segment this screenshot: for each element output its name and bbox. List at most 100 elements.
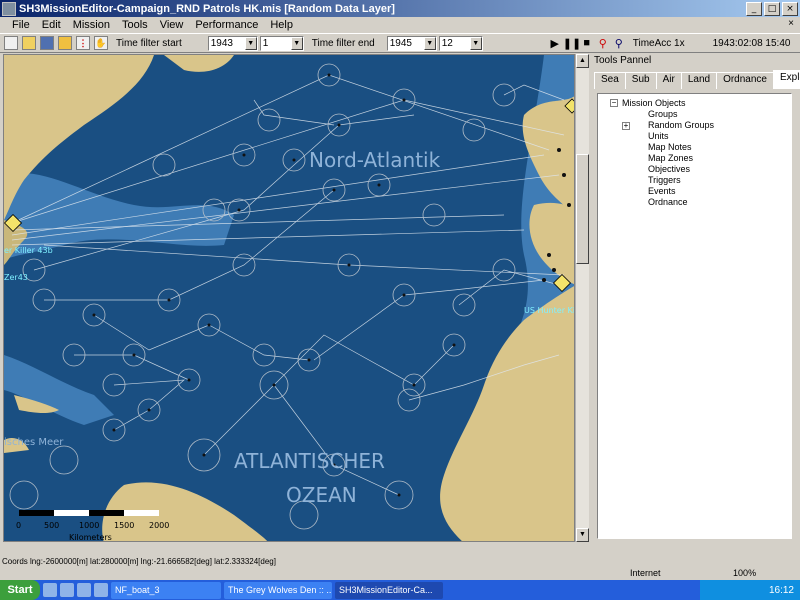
grid-icon[interactable]: ⋮ [76, 36, 90, 50]
menu-view[interactable]: View [154, 19, 190, 31]
waypoint [152, 153, 176, 177]
scroll-up-icon[interactable]: ▲ [576, 54, 589, 68]
scale-tick: 1000 [79, 521, 99, 530]
unit-dot [557, 148, 561, 152]
unit-dot [242, 153, 246, 157]
menu-performance[interactable]: Performance [189, 19, 264, 31]
start-button[interactable]: Start [0, 580, 40, 600]
marker-icon[interactable] [58, 36, 72, 50]
task-mission-editor[interactable]: SH3MissionEditor-Ca... [335, 581, 443, 599]
tab-land[interactable]: Land [680, 72, 718, 89]
chevron-down-icon[interactable]: ▼ [244, 36, 257, 50]
tree-item-triggers[interactable]: Triggers [648, 175, 681, 185]
tree-item-map-zones[interactable]: Map Zones [648, 153, 693, 163]
filter-start-month-select[interactable]: 1 ▼ [259, 35, 304, 51]
clock: 16:12 [768, 584, 794, 596]
menu-file[interactable]: File [6, 19, 36, 31]
scale-segment [89, 510, 124, 516]
tree-item-groups[interactable]: Groups [648, 109, 678, 119]
hand-icon[interactable]: ✋ [94, 36, 108, 50]
unit-dot [402, 293, 406, 297]
label-us-hunter-killer: US Hunter Kille [524, 306, 575, 315]
unit-dot [332, 188, 336, 192]
save-icon[interactable] [40, 36, 54, 50]
expand-icon[interactable]: + [622, 122, 630, 130]
mission-datetime: 1943:02:08 15:40 [712, 37, 791, 49]
collapse-icon[interactable]: − [610, 99, 618, 107]
tab-air[interactable]: Air [655, 72, 682, 89]
explorer-tree[interactable]: − Mission Objects Groups + Random Groups… [597, 93, 792, 539]
tree-item-units[interactable]: Units [648, 131, 669, 141]
label-sches-meer: isches Meer [4, 437, 64, 448]
scale-tick: 2000 [149, 521, 169, 530]
new-file-icon[interactable] [4, 36, 18, 50]
tab-ordnance[interactable]: Ordnance [716, 72, 774, 89]
unit-dot [547, 253, 551, 257]
scroll-thumb[interactable] [576, 154, 589, 264]
minimize-button[interactable]: _ [746, 1, 762, 16]
menu-mission[interactable]: Mission [67, 19, 116, 31]
tree-item-objectives[interactable]: Objectives [648, 164, 690, 174]
tree-item-map-notes[interactable]: Map Notes [648, 142, 692, 152]
menu-help[interactable]: Help [264, 19, 299, 31]
map-vertical-scrollbar[interactable]: ▲ ▼ [575, 54, 589, 542]
tree-item-events[interactable]: Events [648, 186, 676, 196]
remove-waypoint-icon[interactable]: ⚲ [611, 37, 627, 50]
menu-tools[interactable]: Tools [116, 19, 154, 31]
patrol-route [273, 384, 400, 496]
unit-dot [377, 183, 381, 187]
map-canvas[interactable]: Nord-Atlantik ATLANTISCHER OZEAN isches … [3, 54, 575, 542]
unit-dot [347, 263, 351, 267]
unit-dot [132, 353, 136, 357]
quicklaunch-icon[interactable] [43, 583, 57, 597]
scroll-down-icon[interactable]: ▼ [576, 528, 589, 542]
open-folder-icon[interactable] [22, 36, 36, 50]
land-africa [440, 286, 574, 541]
maximize-button[interactable]: □ [764, 1, 780, 16]
waypoint [49, 445, 79, 475]
tree-item-random-groups[interactable]: Random Groups [648, 120, 714, 130]
pause-icon[interactable]: ❚❚ [563, 37, 581, 50]
window-title: SH3MissionEditor-Campaign_RND Patrols HK… [19, 2, 395, 15]
task-browser[interactable]: The Grey Wolves Den :: ... [224, 581, 332, 599]
filter-start-year-select[interactable]: 1943 ▼ [207, 35, 258, 51]
menu-edit[interactable]: Edit [36, 19, 67, 31]
patrol-route [93, 314, 310, 361]
tab-sub[interactable]: Sub [624, 72, 657, 89]
filter-end-month-select[interactable]: 12 ▼ [438, 35, 483, 51]
stop-icon[interactable]: ■ [579, 37, 595, 49]
map-svg[interactable]: Nord-Atlantik ATLANTISCHER OZEAN isches … [4, 55, 575, 542]
chevron-down-icon[interactable]: ▼ [469, 36, 482, 50]
unit-dot [402, 98, 406, 102]
tab-explorer[interactable]: Explorer [773, 70, 800, 89]
quicklaunch-icon[interactable] [77, 583, 91, 597]
chevron-down-icon[interactable]: ▼ [290, 36, 303, 50]
unit-dot [307, 358, 311, 362]
add-waypoint-icon[interactable]: ⚲ [595, 37, 611, 50]
land-iceland [164, 55, 234, 72]
close-button[interactable]: × [782, 1, 798, 16]
label-ozean: OZEAN [286, 483, 357, 507]
document-close-icon[interactable]: × [788, 18, 794, 29]
waypoint [9, 480, 39, 510]
menu-bar: File Edit Mission Tools View Performance… [0, 17, 800, 33]
quicklaunch-icon[interactable] [94, 583, 108, 597]
tree-root-mission-objects[interactable]: Mission Objects [622, 98, 686, 108]
tree-item-ordnance[interactable]: Ordnance [648, 197, 688, 207]
play-icon[interactable]: ▶ [547, 37, 563, 50]
task-folder[interactable]: NF_boat_3 [111, 581, 221, 599]
tab-sea[interactable]: Sea [594, 72, 626, 89]
shelf-region [4, 355, 114, 425]
unit-dot [397, 493, 401, 497]
filter-end-label: Time filter end [311, 37, 375, 49]
time-acceleration: TimeAcc 1x [632, 37, 685, 49]
label-zer43: Zer43 [4, 273, 28, 282]
quicklaunch-icon[interactable] [60, 583, 74, 597]
scale-tick: 0 [16, 521, 21, 530]
filter-end-year-select[interactable]: 1945 ▼ [386, 35, 437, 51]
zoom-level: 100% [733, 568, 757, 578]
chevron-down-icon[interactable]: ▼ [423, 36, 436, 50]
system-tray: 16:12 [700, 580, 800, 600]
waypoint [257, 108, 281, 132]
scale-segment [54, 510, 89, 516]
